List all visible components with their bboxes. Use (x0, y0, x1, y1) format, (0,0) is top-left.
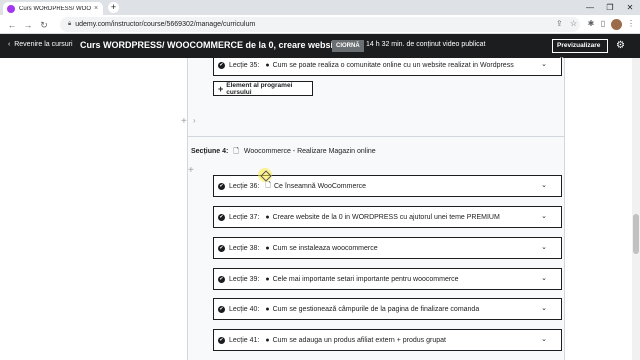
section-arrow-icon: › (193, 116, 196, 125)
new-tab-button[interactable]: + (108, 2, 119, 13)
page-scrollbar[interactable] (632, 58, 640, 360)
preview-label: Previzualizare (557, 42, 601, 49)
check-circle-icon: ✔ (218, 61, 225, 69)
lecture-row[interactable]: ✔ Lecție 39: ● Cele mai importante setar… (213, 268, 562, 290)
chevron-down-icon[interactable]: ⌄ (541, 304, 547, 312)
browser-toolbar: ← → ↻ 🔒︎ udemy.com/instructor/course/566… (0, 15, 640, 34)
url-text: udemy.com/instructor/course/5669302/mana… (75, 21, 256, 28)
lecture-title: Cum se instaleaza woocommerce (272, 244, 378, 252)
chevron-down-icon[interactable]: ⌄ (541, 335, 547, 343)
gear-icon[interactable]: ⚙ (616, 40, 625, 51)
chevron-down-icon[interactable]: ⌄ (541, 181, 547, 189)
sidepanel-icon[interactable]: ▯ (598, 19, 608, 29)
section-title-row[interactable]: Secțiune 4: 🗋 Woocommerce - Realizare Ma… (191, 147, 376, 158)
lecture-number: Lecție 38: (229, 244, 260, 252)
play-circle-icon: ● (265, 336, 270, 344)
add-item-label: Element al programei cursului (226, 81, 293, 96)
file-icon: 🗋 (265, 181, 271, 189)
course-header: ‹ Revenire la cursuri Curs WORDPRESS/ WO… (0, 34, 640, 61)
check-circle-icon: ✔ (218, 305, 225, 313)
back-arrow-icon[interactable]: ← (6, 19, 18, 31)
add-lecture-plus-icon[interactable]: + (188, 165, 194, 176)
check-circle-icon: ✔ (218, 275, 225, 283)
scrollbar-thumb[interactable] (633, 214, 639, 254)
add-curriculum-item-button[interactable]: + Element al programei cursului (213, 81, 313, 96)
lecture-row[interactable]: ✔ Lecție 35: ● Cum se poate realiza o co… (213, 58, 562, 76)
lecture-number: Lecție 41: (229, 336, 260, 344)
lecture-title: Cum se poate realiza o comunitate online… (272, 61, 514, 69)
lecture-number: Lecție 39: (229, 275, 260, 283)
video-content-info: 14 h 32 min. de conținut video publicat (366, 41, 486, 48)
lecture-row[interactable]: ✔ Lecție 37: ● Creare website de la 0 in… (213, 206, 562, 228)
browser-tab[interactable]: Curs WORDPRESS/ WOOCOMME × (3, 2, 103, 15)
check-circle-icon: ✔ (218, 182, 225, 190)
lecture-row[interactable]: ✔ Lecție 38: ● Cum se instaleaza woocomm… (213, 237, 562, 259)
section-title: Woocommerce - Realizare Magazin online (243, 148, 376, 155)
profile-avatar[interactable] (611, 19, 622, 30)
reload-icon[interactable]: ↻ (38, 19, 50, 31)
play-circle-icon: ● (265, 213, 270, 221)
lecture-title: Cum se adauga un produs afiliat extern +… (272, 336, 446, 344)
status-badge: CIORNĂ (332, 40, 364, 52)
tab-close-icon[interactable]: × (94, 5, 98, 12)
lecture-number: Lecție 40: (229, 305, 260, 313)
lecture-number: Lecție 36: (229, 182, 260, 190)
play-circle-icon: ● (265, 61, 270, 69)
lecture-title: Creare website de la 0 in WORDPRESS cu a… (272, 213, 500, 221)
lecture-number: Lecție 37: (229, 213, 260, 221)
back-to-courses-link[interactable]: ‹ Revenire la cursuri (8, 41, 73, 48)
lecture-title: Ce înseamnă WooCommerce (274, 182, 367, 190)
play-circle-icon: ● (265, 305, 270, 313)
chevron-down-icon[interactable]: ⌄ (541, 274, 547, 282)
lecture-title: Cele mai importante setari importante pe… (272, 275, 459, 283)
lecture-title: Cum se gestionează câmpurile de la pagin… (272, 305, 480, 313)
bookmark-star-icon[interactable]: ☆ (570, 19, 577, 28)
chevron-down-icon[interactable]: ⌄ (541, 243, 547, 251)
play-circle-icon: ● (265, 244, 270, 252)
window-close-icon[interactable]: ✕ (620, 0, 640, 15)
plus-icon: + (218, 83, 224, 94)
minimize-icon[interactable]: — (580, 0, 600, 15)
section-number: Secțiune 4: (191, 148, 229, 155)
back-to-courses-label: Revenire la cursuri (14, 41, 73, 48)
extensions-icon[interactable]: ✱ (586, 19, 596, 29)
mouse-cursor-highlight (258, 168, 272, 182)
udemy-favicon-icon (7, 4, 15, 13)
check-circle-icon: ✔ (218, 336, 225, 344)
share-icon[interactable]: ⇪ (556, 19, 563, 28)
course-title: Curs WORDPRESS/ WOOCOMMERCE de la 0, cre… (80, 40, 364, 50)
file-icon: 🗋 (233, 148, 239, 155)
lecture-row[interactable]: ✔ Lecție 41: ● Cum se adauga un produs a… (213, 329, 562, 351)
lock-icon: 🔒︎ (68, 21, 72, 27)
add-section-plus-icon[interactable]: + (181, 116, 187, 127)
chevron-down-icon[interactable]: ⌄ (541, 60, 547, 68)
browser-tab-bar: Curs WORDPRESS/ WOOCOMME × + — ❐ ✕ (0, 0, 640, 15)
preview-button[interactable]: Previzualizare ⌄ (552, 39, 608, 61)
lecture-row[interactable]: ✔ Lecție 40: ● Cum se gestionează câmpur… (213, 298, 562, 320)
forward-arrow-icon[interactable]: → (22, 19, 34, 31)
check-circle-icon: ✔ (218, 244, 225, 252)
chevron-down-icon[interactable]: ⌄ (541, 212, 547, 220)
check-circle-icon: ✔ (218, 213, 225, 221)
browser-tab-title: Curs WORDPRESS/ WOOCOMME (19, 5, 91, 12)
lecture-number: Lecție 35: (229, 61, 260, 69)
address-bar[interactable]: 🔒︎ udemy.com/instructor/course/5669302/m… (60, 17, 580, 32)
maximize-icon[interactable]: ❐ (600, 0, 620, 15)
curriculum-content: ✔ Lecție 35: ● Cum se poate realiza o co… (0, 58, 640, 360)
browser-menu-icon[interactable]: ⋮ (626, 19, 636, 29)
play-circle-icon: ● (265, 275, 270, 283)
